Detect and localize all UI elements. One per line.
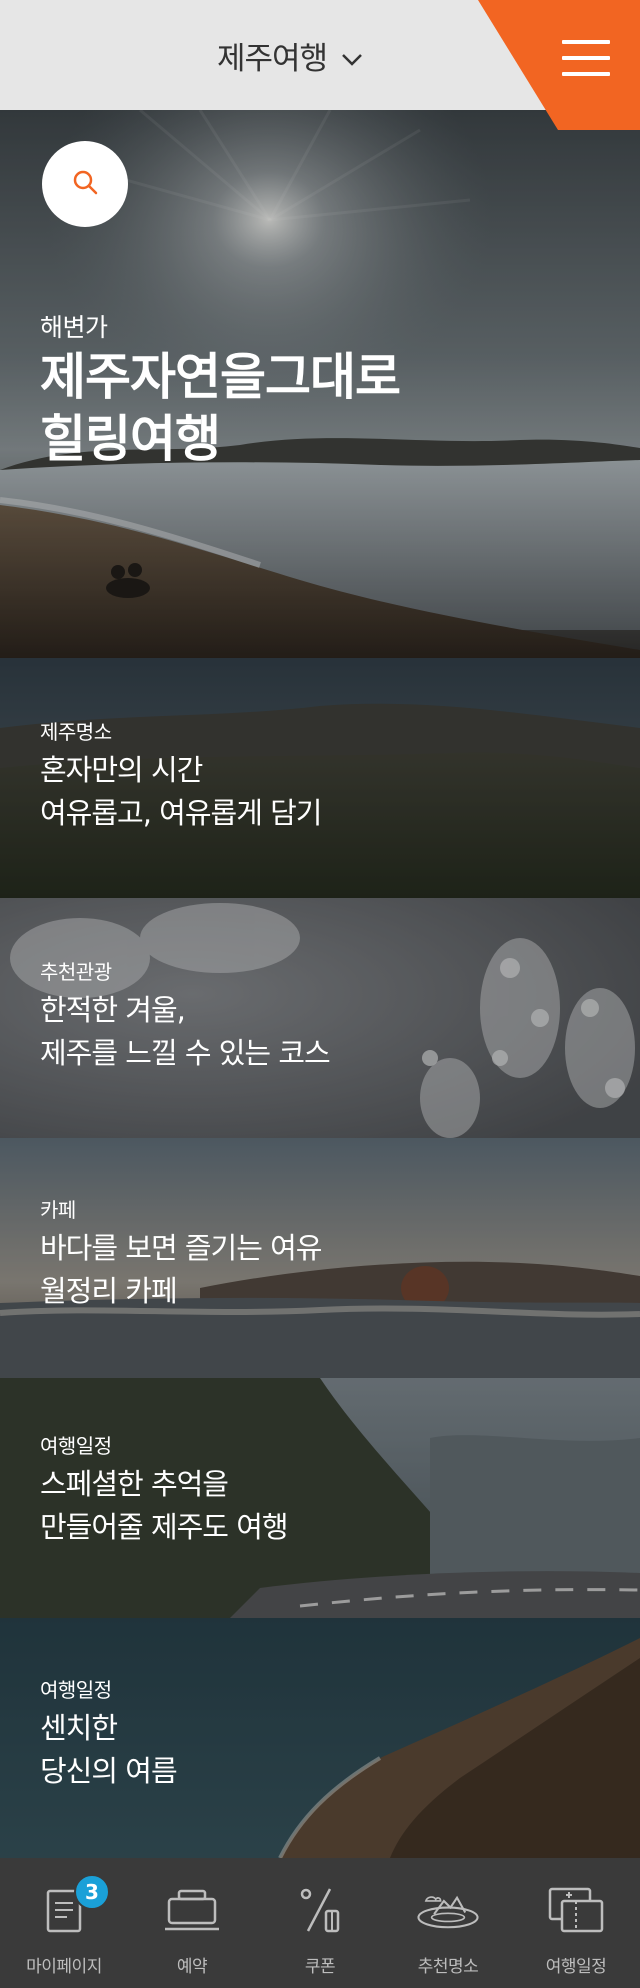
nav-item-reservation[interactable]: 예약 [128, 1858, 256, 1988]
search-button[interactable] [42, 141, 128, 227]
card-title-line2: 제주를 느낄 수 있는 코스 [40, 1036, 331, 1070]
card-text: 카페 바다를 보면 즐기는 여유 월정리 카페 [40, 1194, 322, 1313]
hero-text: 해변가 제주자연을그대로 힐링여행 [40, 308, 401, 470]
card-travel-plan-coast[interactable]: 여행일정 센치한 당신의 여름 [0, 1618, 640, 1858]
reservation-icon [160, 1880, 224, 1940]
card-jeju-attraction[interactable]: 제주명소 혼자만의 시간 여유롭고, 여유롭게 담기 [0, 658, 640, 898]
card-category: 여행일정 [40, 1434, 112, 1458]
nav-item-mypage[interactable]: 3 마이페이지 [0, 1858, 128, 1988]
card-title-line1: 센치한 [40, 1711, 118, 1745]
ticket-icon [544, 1880, 608, 1940]
hero-title-line2: 힐링여행 [40, 410, 221, 468]
card-category: 카페 [40, 1198, 76, 1222]
card-text: 여행일정 센치한 당신의 여름 [40, 1674, 178, 1793]
card-title-line2: 여유롭고, 여유롭게 담기 [40, 796, 322, 830]
card-title-line1: 스페셜한 추억을 [40, 1467, 229, 1501]
card-title-line1: 혼자만의 시간 [40, 753, 203, 787]
card-text: 제주명소 혼자만의 시간 여유롭고, 여유롭게 담기 [40, 716, 322, 835]
card-category: 추천관광 [40, 960, 112, 984]
nav-label: 마이페이지 [26, 1957, 102, 1977]
region-title: 제주여행 [216, 40, 328, 77]
card-title-line1: 바다를 보면 즐기는 여유 [40, 1231, 322, 1265]
hero-title-line1: 제주자연을그대로 [40, 348, 401, 406]
menu-button[interactable] [478, 0, 640, 130]
nav-item-itinerary[interactable]: 여행일정 [512, 1858, 640, 1988]
card-recommended-tour[interactable]: 추천관광 한적한 겨울, 제주를 느낄 수 있는 코스 [0, 898, 640, 1138]
notification-badge: 3 [74, 1874, 110, 1910]
search-icon [71, 168, 99, 200]
nav-item-coupon[interactable]: 쿠폰 [256, 1858, 384, 1988]
landmark-icon [416, 1880, 480, 1940]
card-category: 제주명소 [40, 720, 112, 744]
nav-label: 쿠폰 [304, 1957, 336, 1977]
document-icon: 3 [32, 1874, 110, 1940]
card-travel-plan-road[interactable]: 여행일정 스페셜한 추억을 만들어줄 제주도 여행 [0, 1378, 640, 1618]
hero-banner[interactable]: 해변가 제주자연을그대로 힐링여행 [0, 110, 640, 658]
card-title-line2: 월정리 카페 [40, 1274, 178, 1308]
bottom-nav: 3 마이페이지 예약 쿠폰 추천명소 여행일정 [0, 1858, 640, 1988]
card-title-line2: 만들어줄 제주도 여행 [40, 1510, 289, 1544]
card-title-line2: 당신의 여름 [40, 1754, 178, 1788]
hero-category: 해변가 [40, 313, 108, 342]
card-text: 여행일정 스페셜한 추억을 만들어줄 제주도 여행 [40, 1430, 289, 1549]
card-category: 여행일정 [40, 1678, 112, 1702]
nav-label: 예약 [176, 1957, 208, 1977]
nav-item-recommended[interactable]: 추천명소 [384, 1858, 512, 1988]
nav-label: 추천명소 [417, 1957, 479, 1977]
card-cafe[interactable]: 카페 바다를 보면 즐기는 여유 월정리 카페 [0, 1138, 640, 1378]
nav-label: 여행일정 [545, 1957, 607, 1977]
card-title-line1: 한적한 겨울, [40, 993, 186, 1027]
chevron-down-icon [341, 39, 363, 75]
hamburger-icon [562, 40, 610, 76]
coupon-icon [288, 1880, 352, 1940]
card-text: 추천관광 한적한 겨울, 제주를 느낄 수 있는 코스 [40, 956, 331, 1075]
